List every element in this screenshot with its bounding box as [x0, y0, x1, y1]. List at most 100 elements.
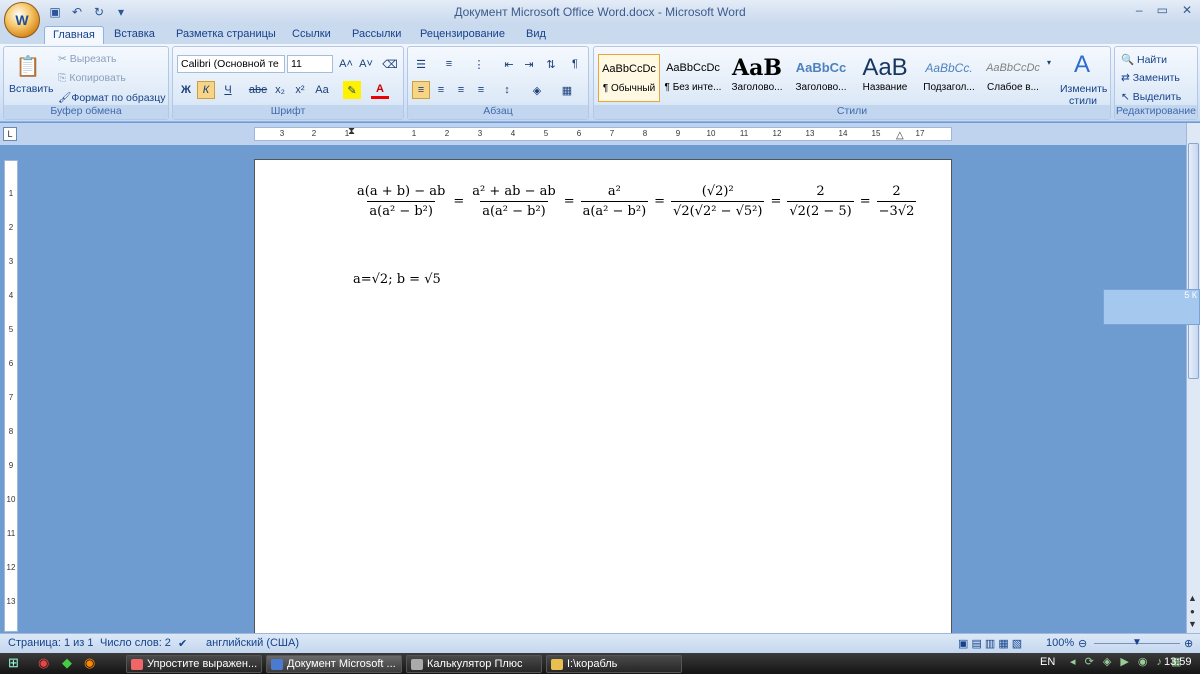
- zoom-out-icon[interactable]: ⊖: [1078, 637, 1087, 650]
- vruler-tick: 11: [6, 529, 16, 538]
- tab-references[interactable]: Ссылки: [284, 26, 339, 44]
- paste-button[interactable]: Вставить: [9, 83, 54, 95]
- align-center-icon[interactable]: ≡: [432, 81, 450, 99]
- denominator: a(a² − b²): [480, 201, 548, 219]
- font-name-select[interactable]: Calibri (Основной те: [177, 55, 285, 73]
- paste-icon[interactable]: 📋: [14, 51, 42, 81]
- clear-format-icon[interactable]: ⌫: [381, 55, 399, 73]
- find-button[interactable]: 🔍 Найти: [1121, 53, 1167, 66]
- style-subtitle[interactable]: AaBbCc. Подзагол...: [918, 54, 980, 102]
- numbering-icon[interactable]: ≡: [440, 55, 458, 73]
- tab-view[interactable]: Вид: [518, 26, 554, 44]
- bold-button[interactable]: Ж: [177, 81, 195, 99]
- numerator: 2: [892, 184, 901, 199]
- style-heading-2[interactable]: AaBbCc Заголово...: [790, 54, 852, 102]
- style-subtle-emphasis[interactable]: AaBbCcDc Слабое в...: [982, 54, 1044, 102]
- taskbar-item-calculator[interactable]: Калькулятор Плюс: [406, 655, 542, 673]
- decrease-indent-icon[interactable]: ⇤: [500, 55, 518, 73]
- cut-button[interactable]: ✂ Вырезать: [58, 53, 116, 65]
- styles-scroll-icon[interactable]: ▾: [1044, 53, 1054, 71]
- close-button[interactable]: ✕: [1182, 3, 1192, 17]
- horizontal-ruler[interactable]: 3 2 1 1 2 3 4 5 6 7 8 9 10 11 12 13 14 1…: [254, 126, 952, 141]
- underline-button[interactable]: Ч: [219, 81, 237, 99]
- page-count[interactable]: Страница: 1 из 1: [8, 637, 94, 649]
- given-values[interactable]: a=√2; b = √5: [353, 272, 441, 287]
- zoom-level[interactable]: 100%: [1046, 637, 1074, 649]
- denominator: a(a² − b²): [580, 201, 649, 219]
- multilevel-list-icon[interactable]: ⋮: [470, 55, 488, 73]
- subscript-button[interactable]: x₂: [271, 81, 289, 99]
- format-painter-button[interactable]: 🖌Формат по образцу: [58, 91, 166, 104]
- line-spacing-icon[interactable]: ↕: [498, 81, 516, 99]
- language-status[interactable]: английский (США): [206, 637, 299, 649]
- tab-page-layout[interactable]: Разметка страницы: [168, 26, 284, 44]
- style-no-spacing[interactable]: AaBbCcDc ¶ Без инте...: [662, 54, 724, 102]
- right-indent-marker[interactable]: △: [896, 130, 904, 141]
- align-right-icon[interactable]: ≡: [452, 81, 470, 99]
- tab-review[interactable]: Рецензирование: [412, 26, 513, 44]
- tab-selector[interactable]: L: [3, 127, 17, 141]
- borders-icon[interactable]: ▦: [558, 81, 576, 99]
- scroll-down-icon[interactable]: ▼: [1188, 619, 1197, 629]
- tab-home[interactable]: Главная: [44, 26, 104, 44]
- copy-button[interactable]: ⎘ Копировать: [58, 72, 126, 85]
- numerator: 2: [816, 184, 825, 199]
- style-normal[interactable]: AaBbCcDc ¶ Обычный: [598, 54, 660, 102]
- select-button[interactable]: ↖ Выделить: [1121, 91, 1181, 103]
- font-group-label: Шрифт: [173, 105, 403, 119]
- floating-panel[interactable]: 5 К: [1103, 289, 1200, 325]
- minimize-button[interactable]: –: [1136, 3, 1143, 17]
- document-page[interactable]: a(a + b) − ab a(a² − b²) = a² + ab − ab a(…: [254, 159, 952, 639]
- chrome-icon[interactable]: ◉: [38, 655, 49, 671]
- font-size-select[interactable]: 11: [287, 55, 333, 73]
- change-styles-button[interactable]: Изменить стили: [1060, 83, 1107, 107]
- tab-insert[interactable]: Вставка: [106, 26, 163, 44]
- proofing-icon[interactable]: ✔: [178, 637, 187, 650]
- taskbar-item-label: Калькулятор Плюс: [427, 658, 523, 670]
- replace-button[interactable]: ⇄ Заменить: [1121, 72, 1180, 84]
- maximize-button[interactable]: ▭: [1157, 3, 1168, 17]
- shrink-font-button[interactable]: A˅: [357, 55, 375, 73]
- show-marks-button[interactable]: ¶: [566, 55, 584, 73]
- zoom-in-icon[interactable]: ⊕: [1184, 637, 1193, 650]
- fraction-4: (√2)² √2(√2² − √5²): [671, 184, 765, 219]
- style-title[interactable]: AaB Название: [854, 54, 916, 102]
- vertical-scrollbar[interactable]: ▲ ● ▼: [1186, 123, 1200, 633]
- left-indent-marker[interactable]: ⧗: [348, 126, 355, 137]
- font-color-icon[interactable]: A: [371, 81, 389, 99]
- input-language[interactable]: EN: [1040, 656, 1055, 668]
- firefox-icon[interactable]: ◉: [84, 655, 95, 671]
- taskbar-item-browser[interactable]: Упростите выражен...: [126, 655, 262, 673]
- vertical-ruler[interactable]: 1 2 3 4 5 6 7 8 9 10 11 12 13: [4, 160, 18, 632]
- taskbar-item-word[interactable]: Документ Microsoft ...: [266, 655, 402, 673]
- view-buttons[interactable]: ▣ ▤ ▥ ▦ ▧: [958, 637, 1022, 650]
- highlight-icon[interactable]: ✎: [343, 81, 361, 99]
- increase-indent-icon[interactable]: ⇥: [520, 55, 538, 73]
- app-icon[interactable]: ◆: [62, 655, 72, 671]
- justify-icon[interactable]: ≡: [472, 81, 490, 99]
- style-heading-1[interactable]: AaB Заголово...: [726, 54, 788, 102]
- italic-button[interactable]: К: [197, 81, 215, 99]
- change-styles-icon[interactable]: A: [1068, 51, 1096, 79]
- tab-mailings[interactable]: Рассылки: [344, 26, 409, 44]
- vruler-tick: 12: [6, 563, 16, 572]
- bullets-icon[interactable]: ☰: [412, 55, 430, 73]
- superscript-button[interactable]: x²: [291, 81, 309, 99]
- scroll-up-icon[interactable]: ▲: [1188, 593, 1197, 603]
- strikethrough-button[interactable]: abe: [249, 81, 267, 99]
- browse-object-icon[interactable]: ●: [1190, 607, 1195, 616]
- office-button[interactable]: W: [4, 2, 40, 38]
- zoom-slider-thumb[interactable]: ▼: [1132, 637, 1142, 648]
- sort-icon[interactable]: ⇅: [542, 55, 560, 73]
- taskbar-item-folder[interactable]: I:\корабль: [546, 655, 682, 673]
- start-icon[interactable]: ⊞: [8, 655, 19, 671]
- change-case-button[interactable]: Aa: [313, 81, 331, 99]
- style-preview: AaBbCc.: [925, 61, 973, 75]
- word-count[interactable]: Число слов: 2: [100, 637, 171, 649]
- align-left-icon[interactable]: ≡: [412, 81, 430, 99]
- ribbon-tabs: Главная Вставка Разметка страницы Ссылки…: [0, 24, 1200, 44]
- grow-font-button[interactable]: A˄: [337, 55, 355, 73]
- scrollbar-thumb[interactable]: [1188, 143, 1199, 379]
- equation[interactable]: a(a + b) − ab a(a² − b²) = a² + ab − ab a(…: [353, 184, 918, 219]
- shading-icon[interactable]: ◈: [528, 81, 546, 99]
